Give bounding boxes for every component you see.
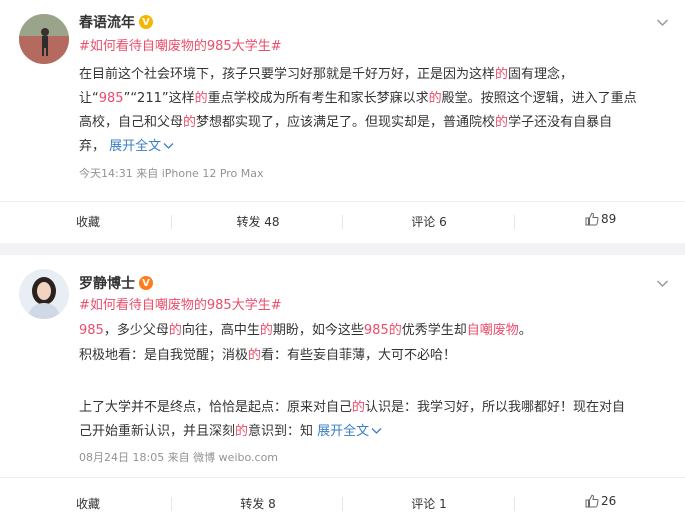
- like-button[interactable]: 89: [585, 212, 616, 226]
- weibo-post: 春语流年 V #如何看待自嘲废物的985大学生# 在目前这个社会环境下，孩子只要…: [0, 0, 685, 243]
- comment-button[interactable]: 评论 1: [411, 495, 446, 512]
- post-meta: 今天14:31 来自 iPhone 12 Pro Max: [79, 167, 264, 180]
- text-segment: 殿堂。按照这个逻辑，进入了重点: [441, 91, 637, 106]
- highlight-keyword: 的: [194, 91, 208, 106]
- divider: [514, 215, 515, 229]
- divider: [342, 215, 343, 229]
- post-text-line: 弃， 展开全文: [79, 138, 174, 156]
- repost-label: 转发 8: [240, 497, 276, 511]
- hashtag-link[interactable]: #如何看待自嘲废物的985大学生#: [79, 297, 282, 315]
- divider: [514, 497, 515, 511]
- repost-button[interactable]: 转发 8: [240, 495, 275, 512]
- weibo-post: 罗静博士 V #如何看待自嘲废物的985大学生# 985，多少父母的向往，高中生…: [0, 255, 685, 519]
- post-text-line: 高校，自己和父母的梦想都实现了，应该满足了。但现实却是，普通院校的学子还没有自暴…: [79, 114, 612, 132]
- highlight-keyword: 的: [183, 115, 197, 130]
- text-segment: 。: [518, 323, 532, 338]
- text-segment: 让“: [79, 91, 99, 106]
- text-segment: ”“211”这样: [123, 91, 195, 106]
- text-segment: 在目前这个社会环境下，孩子只要学习好那就是千好万好，正是因为这样: [79, 67, 496, 82]
- hashtag-link[interactable]: #如何看待自嘲废物的985大学生#: [79, 38, 282, 56]
- highlight-keyword: 985: [363, 323, 389, 338]
- expand-label: 展开全文: [109, 139, 162, 154]
- author-row: 春语流年 V: [79, 12, 153, 32]
- highlight-keyword: 的: [248, 348, 262, 363]
- text-segment: 上了大学并不是终点，恰恰是起点：原来对自己: [79, 400, 353, 415]
- chevron-down-icon[interactable]: [656, 277, 669, 290]
- text-segment: 高校，自己和父母: [79, 115, 184, 130]
- chevron-down-icon: [371, 428, 382, 434]
- divider: [342, 497, 343, 511]
- text-segment: 重点学校成为所有考生和家长梦寐以求: [207, 91, 429, 106]
- avatar[interactable]: [19, 14, 69, 64]
- text-segment: 期盼，如今这些: [272, 323, 364, 338]
- post-text-segment: 己开始重新认识，并且深刻的意识到：知: [79, 424, 317, 439]
- highlight-keyword: 985: [98, 91, 124, 106]
- post-text-segment: 弃，: [79, 139, 109, 154]
- repost-button[interactable]: 转发 48: [236, 213, 279, 230]
- text-segment: 梦想都实现了，应该满足了。但现实却是，普通院校: [196, 115, 496, 130]
- like-count: 89: [601, 212, 617, 226]
- text-segment: 优秀学生却: [401, 323, 467, 338]
- chevron-down-icon[interactable]: [656, 16, 669, 29]
- collect-button[interactable]: 收藏: [76, 495, 100, 512]
- post-text-line: 985，多少父母的向往，高中生的期盼，如今这些985的优秀学生却自嘲废物。: [79, 322, 532, 340]
- post-text-line: 己开始重新认识，并且深刻的意识到：知 展开全文: [79, 423, 382, 441]
- repost-label: 转发 48: [236, 215, 280, 229]
- post-text-line: 积极地看：是自我觉醒；消极的看：有些妄自菲薄，大可不必哈！: [79, 347, 456, 365]
- post-text-line: 上了大学并不是终点，恰恰是起点：原来对自己的认识是：我学习好，所以我哪都好！现在…: [79, 399, 625, 417]
- comment-label: 评论 6: [411, 215, 447, 229]
- highlight-keyword: 的: [259, 323, 273, 338]
- like-button[interactable]: 26: [585, 494, 616, 508]
- chevron-down-icon: [163, 143, 174, 149]
- divider: [0, 477, 685, 478]
- text-segment: 向往，高中生: [181, 323, 260, 338]
- comment-button[interactable]: 评论 6: [411, 213, 446, 230]
- text-segment: 固有理念，: [508, 67, 574, 82]
- highlight-keyword: 的: [352, 400, 366, 415]
- highlight-keyword: 自嘲废物: [466, 323, 519, 338]
- collect-label: 收藏: [76, 215, 101, 229]
- highlight-keyword: 的: [388, 323, 402, 338]
- expand-label: 展开全文: [317, 424, 370, 439]
- divider: [0, 201, 685, 202]
- expand-link[interactable]: 展开全文: [317, 424, 382, 439]
- divider: [171, 215, 172, 229]
- highlight-keyword: 的: [495, 115, 509, 130]
- text-segment: 看：有些妄自菲薄，大可不必哈！: [261, 348, 457, 363]
- text-segment: 认识是：我学习好，所以我哪都好！现在对自: [365, 400, 626, 415]
- text-segment: 弃，: [79, 139, 110, 154]
- text-segment: 学子还没有自暴自: [508, 115, 613, 130]
- thumbs-up-icon: [585, 212, 599, 226]
- expand-link[interactable]: 展开全文: [109, 139, 174, 154]
- post-text-line: 在目前这个社会环境下，孩子只要学习好那就是千好万好，正是因为这样的固有理念，: [79, 66, 573, 84]
- highlight-keyword: 的: [495, 67, 509, 82]
- text-segment: 己开始重新认识，并且深刻: [79, 424, 236, 439]
- verified-badge-icon: V: [139, 276, 153, 290]
- comment-label: 评论 1: [411, 497, 447, 511]
- like-count: 26: [601, 494, 617, 508]
- text-segment: ，多少父母: [103, 323, 169, 338]
- highlight-keyword: 的: [168, 323, 182, 338]
- thumbs-up-icon: [585, 494, 599, 508]
- collect-button[interactable]: 收藏: [76, 213, 100, 230]
- collect-label: 收藏: [76, 497, 101, 511]
- author-name[interactable]: 春语流年: [79, 12, 135, 32]
- post-meta: 08月24日 18:05 来自 微博 weibo.com: [79, 451, 279, 464]
- post-text-line: 让“985”“211”这样的重点学校成为所有考生和家长梦寐以求的殿堂。按照这个逻…: [79, 90, 637, 108]
- author-name[interactable]: 罗静博士: [79, 273, 135, 293]
- highlight-keyword: 的: [235, 424, 249, 439]
- avatar[interactable]: [19, 269, 69, 319]
- verified-badge-icon: V: [139, 15, 153, 29]
- author-row: 罗静博士 V: [79, 273, 153, 293]
- highlight-keyword: 985: [79, 323, 104, 338]
- text-segment: 积极地看：是自我觉醒；消极: [79, 348, 249, 363]
- divider: [171, 497, 172, 511]
- text-segment: 意识到：知: [248, 424, 318, 439]
- highlight-keyword: 的: [428, 91, 442, 106]
